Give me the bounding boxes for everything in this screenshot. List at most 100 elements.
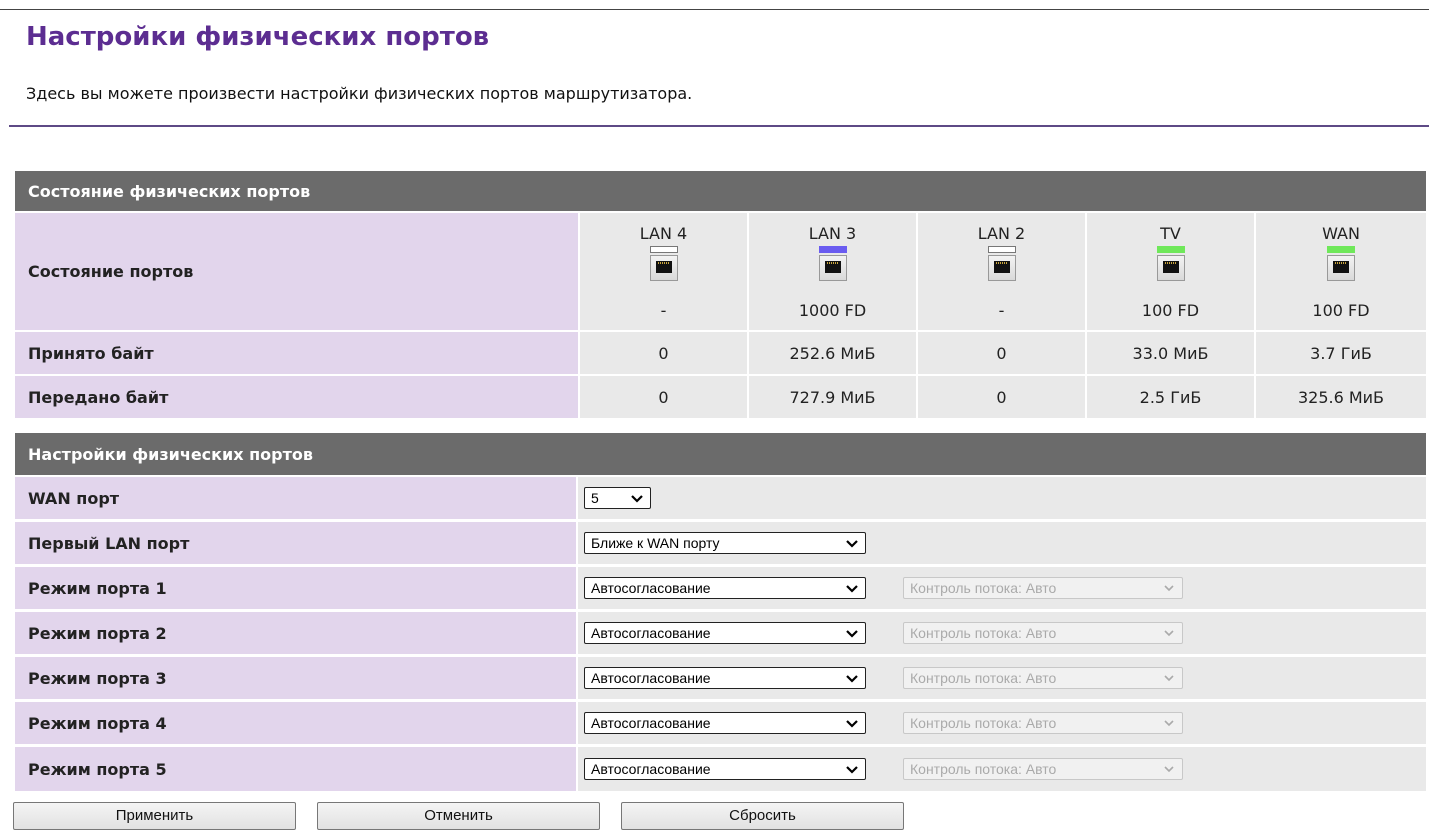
chevron-down-icon bbox=[1164, 766, 1174, 773]
port-speed: 100 FD bbox=[1141, 301, 1200, 320]
cancel-button[interactable]: Отменить bbox=[317, 802, 600, 830]
sent-value: 0 bbox=[918, 376, 1085, 418]
port-cell-lan4: LAN 4 - bbox=[580, 213, 747, 330]
received-value: 0 bbox=[918, 332, 1085, 374]
sent-bytes-row: Передано байт 0 727.9 МиБ 0 2.5 ГиБ 325.… bbox=[15, 376, 1426, 418]
received-bytes-label: Принято байт bbox=[15, 332, 578, 374]
title-divider bbox=[9, 125, 1429, 127]
port-led-indicator bbox=[987, 246, 1016, 253]
port-mode-label: Режим порта 3 bbox=[15, 657, 576, 699]
port-name: LAN 2 bbox=[977, 224, 1026, 243]
port-mode-row-2: Режим порта 2 Автосогласование Контроль … bbox=[15, 612, 1426, 654]
first-lan-port-select-value: Ближе к WAN порту bbox=[591, 535, 720, 551]
port-led-indicator bbox=[818, 246, 847, 253]
chevron-down-icon bbox=[1164, 675, 1174, 682]
port-mode-select[interactable]: Автосогласование bbox=[584, 667, 866, 689]
port-speed: 1000 FD bbox=[798, 301, 867, 320]
port-mode-label: Режим порта 2 bbox=[15, 612, 576, 654]
port-mode-select[interactable]: Автосогласование bbox=[584, 758, 866, 780]
chevron-down-icon bbox=[846, 720, 858, 728]
chevron-down-icon bbox=[846, 766, 858, 774]
flow-control-select-value: Контроль потока: Авто bbox=[910, 670, 1057, 686]
received-value: 252.6 МиБ bbox=[749, 332, 916, 374]
flow-control-select-value: Контроль потока: Авто bbox=[910, 761, 1057, 777]
wan-port-label: WAN порт bbox=[15, 477, 576, 519]
port-speed: - bbox=[998, 301, 1005, 320]
port-mode-label: Режим порта 5 bbox=[15, 747, 576, 791]
port-speed: 100 FD bbox=[1312, 301, 1370, 320]
flow-control-select[interactable]: Контроль потока: Авто bbox=[903, 758, 1183, 780]
port-mode-select-value: Автосогласование bbox=[591, 580, 711, 596]
wan-port-row: WAN порт 5 bbox=[15, 477, 1426, 519]
port-cell-tv: TV 100 FD bbox=[1087, 213, 1254, 330]
port-name: LAN 4 bbox=[639, 224, 688, 243]
chevron-down-icon bbox=[1164, 720, 1174, 727]
sent-value: 325.6 МиБ bbox=[1256, 376, 1426, 418]
first-lan-port-row: Первый LAN порт Ближе к WAN порту bbox=[15, 522, 1426, 564]
chevron-down-icon bbox=[846, 630, 858, 638]
chevron-down-icon bbox=[1164, 630, 1174, 637]
port-led-indicator bbox=[1156, 246, 1185, 253]
port-mode-select-value: Автосогласование bbox=[591, 670, 711, 686]
chevron-down-icon bbox=[846, 585, 858, 593]
ethernet-port-icon bbox=[1156, 246, 1186, 282]
port-name: LAN 3 bbox=[808, 224, 857, 243]
flow-control-select-value: Контроль потока: Авто bbox=[910, 580, 1057, 596]
sent-value: 0 bbox=[580, 376, 747, 418]
port-cell-wan: WAN 100 FD bbox=[1256, 213, 1426, 330]
ports-state-label: Состояние портов bbox=[15, 213, 578, 330]
page-description: Здесь вы можете произвести настройки физ… bbox=[26, 84, 693, 103]
received-value: 0 bbox=[580, 332, 747, 374]
chevron-down-icon bbox=[631, 495, 643, 503]
port-speed: - bbox=[660, 301, 667, 320]
flow-control-select-value: Контроль потока: Авто bbox=[910, 715, 1057, 731]
sent-value: 727.9 МиБ bbox=[749, 376, 916, 418]
settings-section-header: Настройки физических портов bbox=[15, 433, 1426, 475]
port-led-indicator bbox=[1327, 246, 1355, 253]
status-section-title: Состояние физических портов bbox=[28, 181, 311, 201]
apply-button[interactable]: Применить bbox=[13, 802, 296, 830]
port-mode-select[interactable]: Автосогласование bbox=[584, 622, 866, 644]
port-name: TV bbox=[1160, 224, 1181, 243]
port-mode-select-value: Автосогласование bbox=[591, 625, 711, 641]
status-section-header: Состояние физических портов bbox=[15, 171, 1426, 211]
port-mode-row-3: Режим порта 3 Автосогласование Контроль … bbox=[15, 657, 1426, 699]
flow-control-select-value: Контроль потока: Авто bbox=[910, 625, 1057, 641]
received-value: 33.0 МиБ bbox=[1087, 332, 1254, 374]
ethernet-port-icon bbox=[649, 246, 679, 282]
sent-value: 2.5 ГиБ bbox=[1087, 376, 1254, 418]
wan-port-select-value: 5 bbox=[591, 490, 599, 506]
port-led-indicator bbox=[649, 246, 678, 253]
port-mode-select[interactable]: Автосогласование bbox=[584, 577, 866, 599]
page-title: Настройки физических портов bbox=[26, 22, 490, 52]
reset-button[interactable]: Сбросить bbox=[621, 802, 904, 830]
ethernet-port-icon bbox=[1326, 246, 1356, 282]
port-mode-row-5: Режим порта 5 Автосогласование Контроль … bbox=[15, 747, 1426, 791]
wan-port-select[interactable]: 5 bbox=[584, 487, 651, 509]
port-mode-select-value: Автосогласование bbox=[591, 761, 711, 777]
flow-control-select[interactable]: Контроль потока: Авто bbox=[903, 622, 1183, 644]
received-value: 3.7 ГиБ bbox=[1256, 332, 1426, 374]
port-mode-label: Режим порта 1 bbox=[15, 567, 576, 609]
flow-control-select[interactable]: Контроль потока: Авто bbox=[903, 712, 1183, 734]
received-bytes-row: Принято байт 0 252.6 МиБ 0 33.0 МиБ 3.7 … bbox=[15, 332, 1426, 374]
first-lan-port-select[interactable]: Ближе к WAN порту bbox=[584, 532, 866, 554]
port-cell-lan3: LAN 3 1000 FD bbox=[749, 213, 916, 330]
port-mode-label: Режим порта 4 bbox=[15, 702, 576, 744]
port-mode-row-4: Режим порта 4 Автосогласование Контроль … bbox=[15, 702, 1426, 744]
port-cell-lan2: LAN 2 - bbox=[918, 213, 1085, 330]
sent-bytes-label: Передано байт bbox=[15, 376, 578, 418]
chevron-down-icon bbox=[846, 675, 858, 683]
settings-section-title: Настройки физических портов bbox=[28, 444, 314, 464]
flow-control-select[interactable]: Контроль потока: Авто bbox=[903, 667, 1183, 689]
ports-state-row: Состояние портов LAN 4 - LAN 3 1000 FD L… bbox=[15, 213, 1426, 330]
top-border bbox=[0, 9, 1429, 10]
port-mode-select[interactable]: Автосогласование bbox=[584, 712, 866, 734]
ethernet-port-icon bbox=[818, 246, 848, 282]
chevron-down-icon bbox=[846, 540, 858, 548]
port-mode-row-1: Режим порта 1 Автосогласование Контроль … bbox=[15, 567, 1426, 609]
port-name: WAN bbox=[1322, 224, 1360, 243]
flow-control-select[interactable]: Контроль потока: Авто bbox=[903, 577, 1183, 599]
port-mode-select-value: Автосогласование bbox=[591, 715, 711, 731]
ethernet-port-icon bbox=[987, 246, 1017, 282]
